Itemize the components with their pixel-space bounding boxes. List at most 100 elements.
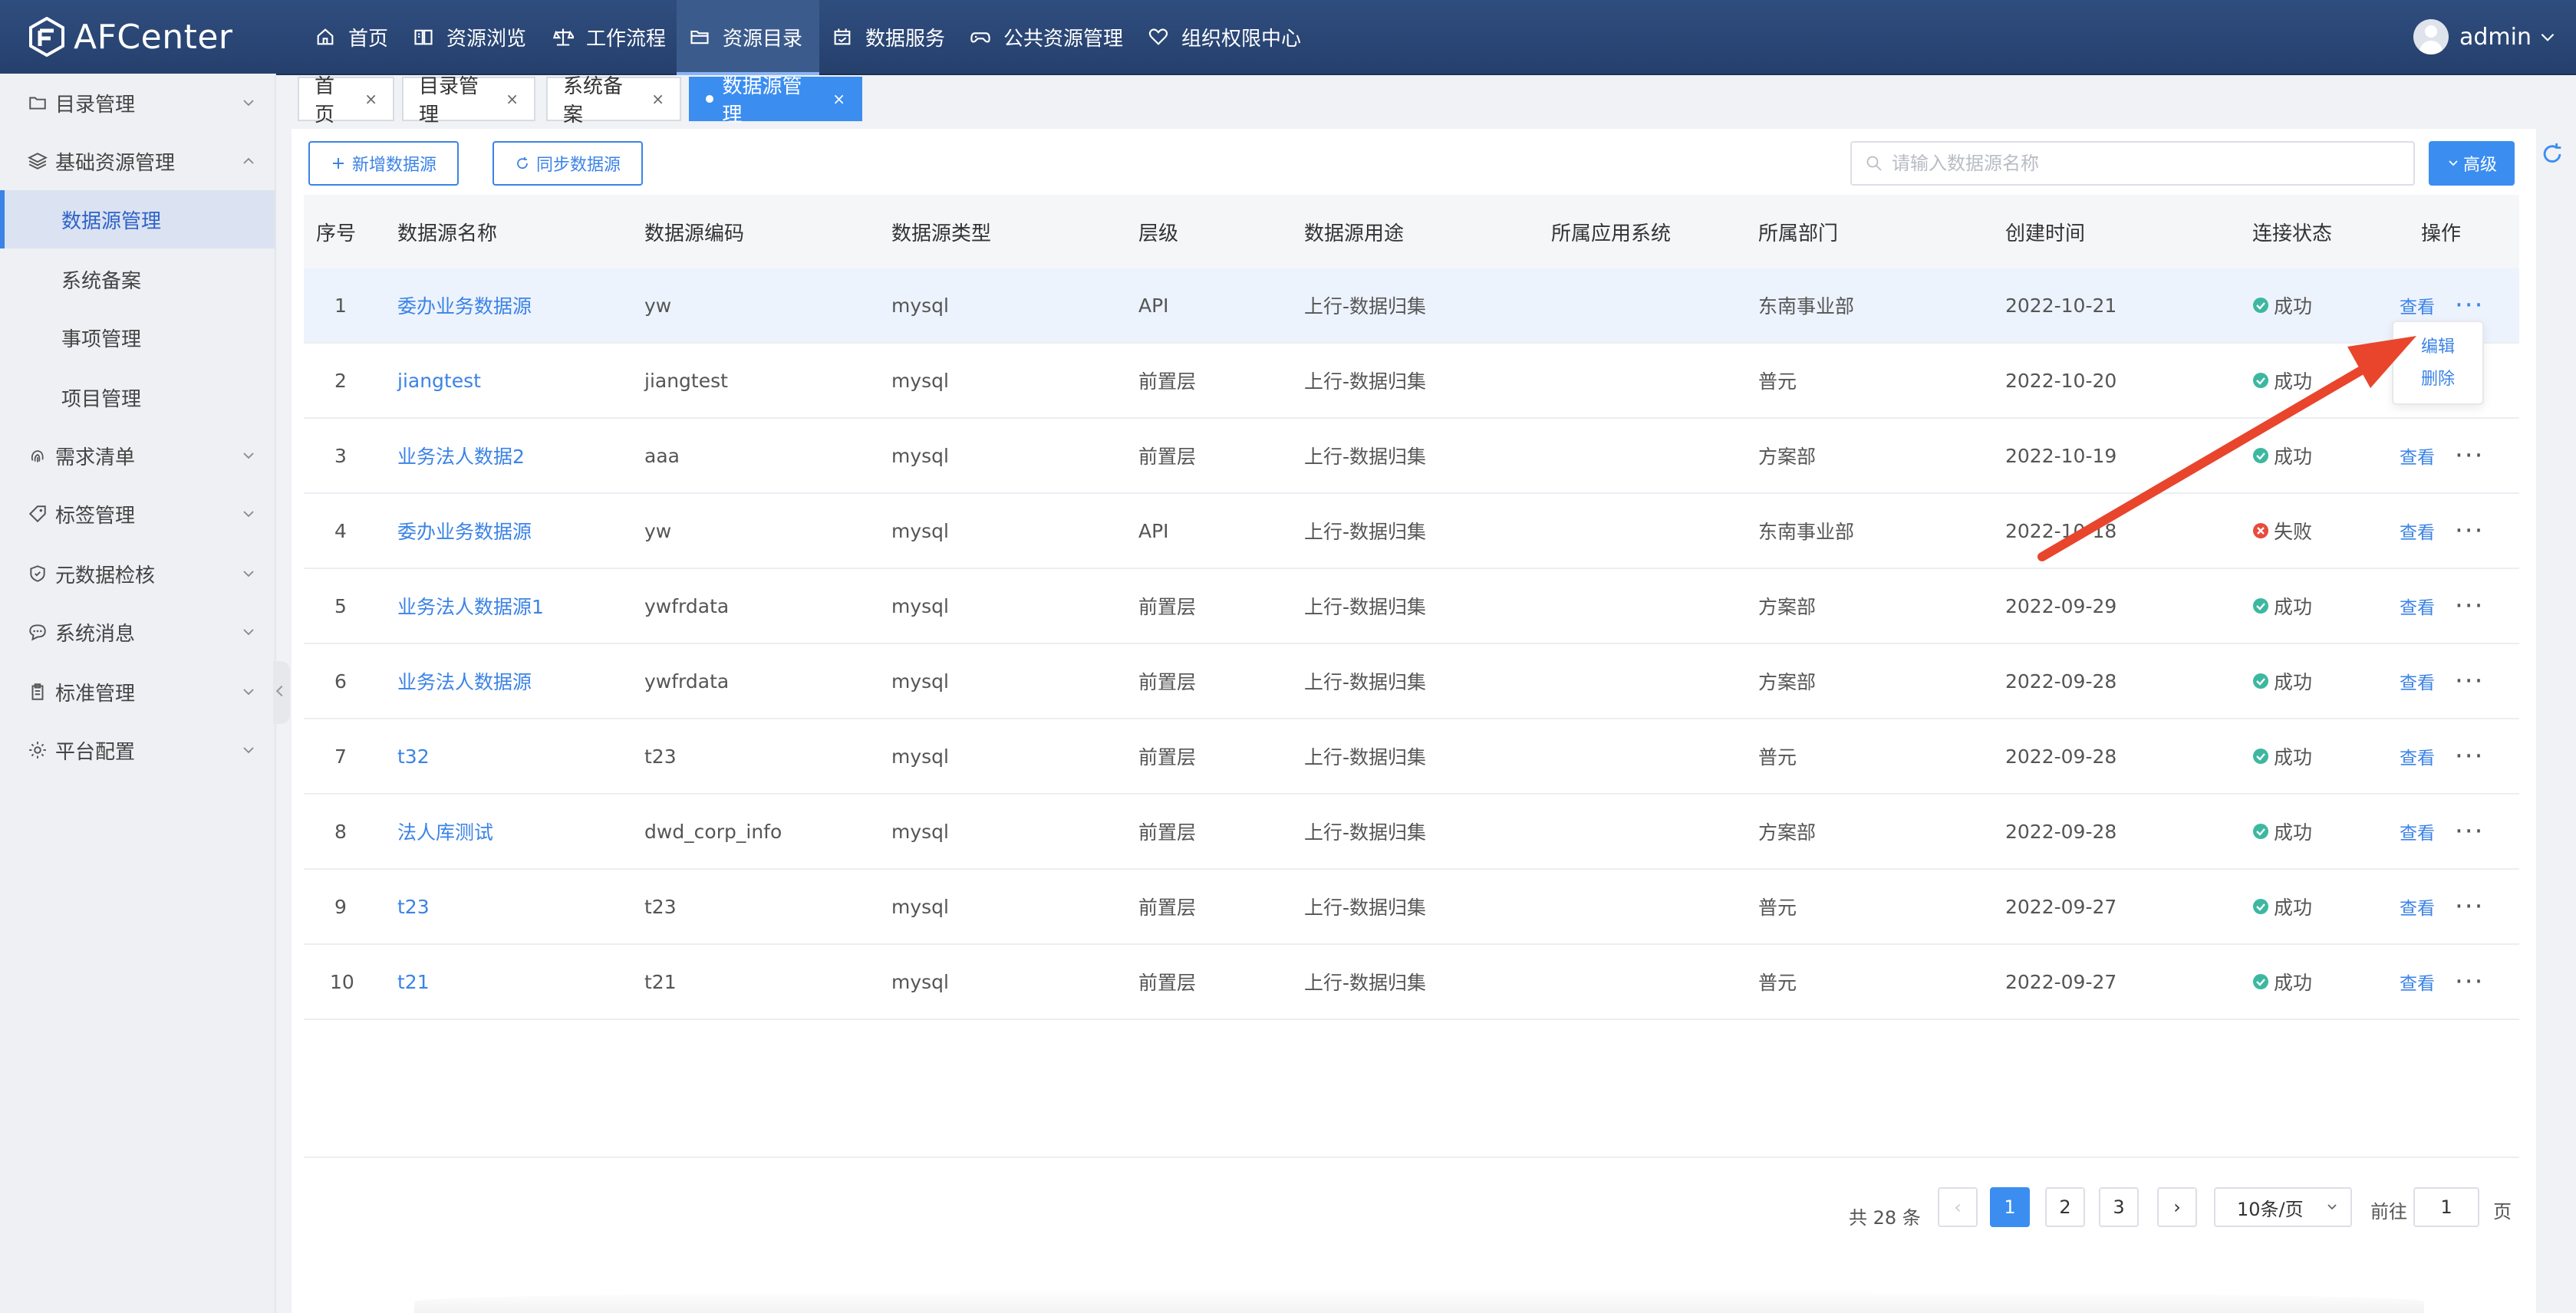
datasource-name-link[interactable]: t21 bbox=[397, 945, 430, 1018]
cell-level: 前置层 bbox=[1138, 897, 1197, 919]
chevron-down-icon bbox=[243, 100, 254, 107]
more-actions-icon[interactable]: ··· bbox=[2455, 443, 2484, 469]
more-actions-icon[interactable]: ··· bbox=[2455, 668, 2484, 694]
fingerprint-icon bbox=[31, 450, 44, 462]
chevron-down-icon bbox=[243, 689, 254, 696]
more-actions-icon[interactable]: ··· bbox=[2455, 893, 2484, 920]
datasource-name-link[interactable]: 业务法人数据源1 bbox=[397, 569, 544, 643]
cell-actions: 查看 ··· bbox=[2400, 644, 2484, 718]
user-menu[interactable]: admin bbox=[2413, 17, 2558, 57]
cell-usage: 上行-数据归集 bbox=[1304, 446, 1427, 468]
nav-org-permission[interactable]: 组织权限中心 bbox=[1141, 0, 1307, 74]
sidebar-subitem-matter[interactable]: 事项管理 bbox=[0, 308, 275, 367]
refresh-icon[interactable] bbox=[2539, 141, 2565, 167]
tab-system-record[interactable]: 系统备案 × bbox=[546, 75, 681, 127]
view-link[interactable]: 查看 bbox=[2400, 743, 2435, 769]
datasource-name-link[interactable]: 委办业务数据源 bbox=[397, 268, 532, 342]
close-icon[interactable]: × bbox=[364, 90, 377, 108]
tab-home[interactable]: 首页 × bbox=[298, 75, 394, 127]
more-actions-icon[interactable]: ··· bbox=[2455, 593, 2484, 619]
view-link[interactable]: 查看 bbox=[2400, 518, 2435, 544]
folder-icon bbox=[690, 30, 709, 44]
app-logo[interactable]: AFCenter bbox=[28, 17, 233, 57]
page-button-3[interactable]: 3 bbox=[2099, 1187, 2139, 1227]
close-icon[interactable]: × bbox=[651, 90, 664, 108]
nav-label: 资源浏览 bbox=[446, 27, 527, 51]
sidebar-subitem-datasource[interactable]: 数据源管理 bbox=[0, 190, 275, 248]
more-actions-icon[interactable]: ··· bbox=[2455, 518, 2484, 544]
search-input[interactable] bbox=[1890, 152, 2369, 175]
clipboard-icon bbox=[31, 683, 44, 700]
tab-datasource-management[interactable]: 数据源管理 × bbox=[689, 75, 862, 127]
datasource-name-link[interactable]: 委办业务数据源 bbox=[397, 494, 532, 568]
goto-page-input[interactable]: 1 bbox=[2413, 1187, 2479, 1227]
view-link[interactable]: 查看 bbox=[2400, 292, 2435, 318]
cell-usage: 上行-数据归集 bbox=[1304, 596, 1427, 618]
nav-resource-browse[interactable]: 资源浏览 bbox=[407, 0, 532, 74]
cell-type: mysql bbox=[891, 745, 949, 768]
sidebar-item-tags[interactable]: 标签管理 bbox=[0, 485, 275, 543]
close-icon[interactable]: × bbox=[506, 90, 519, 108]
tab-catalog-management[interactable]: 目录管理 × bbox=[402, 75, 535, 127]
cell-index: 3 bbox=[334, 444, 347, 467]
prev-page-button[interactable]: ‹ bbox=[1938, 1187, 1978, 1227]
nav-public-resource[interactable]: 公共资源管理 bbox=[964, 0, 1129, 74]
datasource-name-link[interactable]: t23 bbox=[397, 870, 430, 943]
sidebar-item-catalog-management[interactable]: 目录管理 bbox=[0, 74, 275, 132]
sidebar-subitem-project[interactable]: 项目管理 bbox=[0, 368, 275, 426]
datasource-name-link[interactable]: 法人库测试 bbox=[397, 795, 493, 868]
page-tabs: 首页 × 目录管理 × 系统备案 × 数据源管理 × bbox=[292, 74, 2576, 127]
cell-department: 普元 bbox=[1758, 370, 1797, 393]
datasource-name-link[interactable]: 业务法人数据源 bbox=[397, 644, 532, 718]
page-button-1[interactable]: 1 bbox=[1990, 1187, 2030, 1227]
add-datasource-button[interactable]: 新增数据源 bbox=[308, 141, 459, 186]
chevron-down-icon bbox=[2541, 33, 2555, 41]
cell-code: t23 bbox=[644, 895, 677, 918]
main-content: 新增数据源 同步数据源 高级 序号 数据源名称 数据源编码 数据源类型 层级 数… bbox=[292, 129, 2561, 1313]
sidebar-item-label: 系统消息 bbox=[55, 622, 136, 646]
advanced-search-button[interactable]: 高级 bbox=[2429, 141, 2515, 186]
sidebar-item-base-resource[interactable]: 基础资源管理 bbox=[0, 132, 275, 190]
edit-menu-item[interactable]: 编辑 bbox=[2421, 333, 2455, 357]
cell-department: 方案部 bbox=[1758, 821, 1817, 844]
cell-created-time: 2022-09-28 bbox=[2005, 820, 2117, 843]
next-page-button[interactable]: › bbox=[2157, 1187, 2197, 1227]
sidebar-subitem-system-record[interactable]: 系统备案 bbox=[0, 250, 275, 308]
datasource-name-link[interactable]: 业务法人数据2 bbox=[397, 419, 525, 492]
nav-resource-catalog[interactable]: 资源目录 bbox=[677, 0, 820, 75]
more-actions-icon[interactable]: ··· bbox=[2455, 818, 2484, 844]
datasource-name-link[interactable]: t32 bbox=[397, 719, 430, 793]
sidebar-item-label: 标准管理 bbox=[55, 682, 136, 706]
sidebar-item-platform-config[interactable]: 平台配置 bbox=[0, 721, 275, 779]
more-actions-icon[interactable]: ··· bbox=[2455, 969, 2484, 995]
sidebar-item-requirements[interactable]: 需求清单 bbox=[0, 426, 275, 485]
nav-data-service[interactable]: 数据服务 bbox=[825, 0, 951, 74]
sidebar-item-metadata-check[interactable]: 元数据检核 bbox=[0, 545, 275, 603]
sidebar-subitem-label: 系统备案 bbox=[61, 269, 142, 293]
column-header: 创建时间 bbox=[2005, 222, 2086, 245]
close-icon[interactable]: × bbox=[832, 90, 845, 108]
sidebar-item-standards[interactable]: 标准管理 bbox=[0, 663, 275, 721]
view-link[interactable]: 查看 bbox=[2400, 443, 2435, 469]
more-actions-icon[interactable]: ··· bbox=[2455, 292, 2484, 318]
page-button-2[interactable]: 2 bbox=[2045, 1187, 2085, 1227]
page-size-select[interactable]: 10条/页 bbox=[2214, 1187, 2352, 1227]
view-link[interactable]: 查看 bbox=[2400, 818, 2435, 844]
view-link[interactable]: 查看 bbox=[2400, 593, 2435, 619]
cell-type: mysql bbox=[891, 369, 949, 392]
sidebar-collapse-handle[interactable] bbox=[273, 661, 290, 724]
delete-menu-item[interactable]: 删除 bbox=[2421, 365, 2455, 390]
sidebar-item-system-message[interactable]: 系统消息 bbox=[0, 603, 275, 661]
table-bottom-divider bbox=[304, 1157, 2519, 1158]
datasource-name-link[interactable]: jiangtest bbox=[397, 344, 481, 417]
sync-datasource-button[interactable]: 同步数据源 bbox=[492, 141, 643, 186]
nav-home[interactable]: 首页 bbox=[308, 0, 394, 74]
view-link[interactable]: 查看 bbox=[2400, 668, 2435, 694]
view-link[interactable]: 查看 bbox=[2400, 893, 2435, 920]
cell-type: mysql bbox=[891, 820, 949, 843]
cell-type: mysql bbox=[891, 294, 949, 317]
cell-level: 前置层 bbox=[1138, 821, 1197, 844]
view-link[interactable]: 查看 bbox=[2400, 969, 2435, 995]
nav-workflow[interactable]: 工作流程 bbox=[546, 0, 672, 74]
more-actions-icon[interactable]: ··· bbox=[2455, 743, 2484, 769]
